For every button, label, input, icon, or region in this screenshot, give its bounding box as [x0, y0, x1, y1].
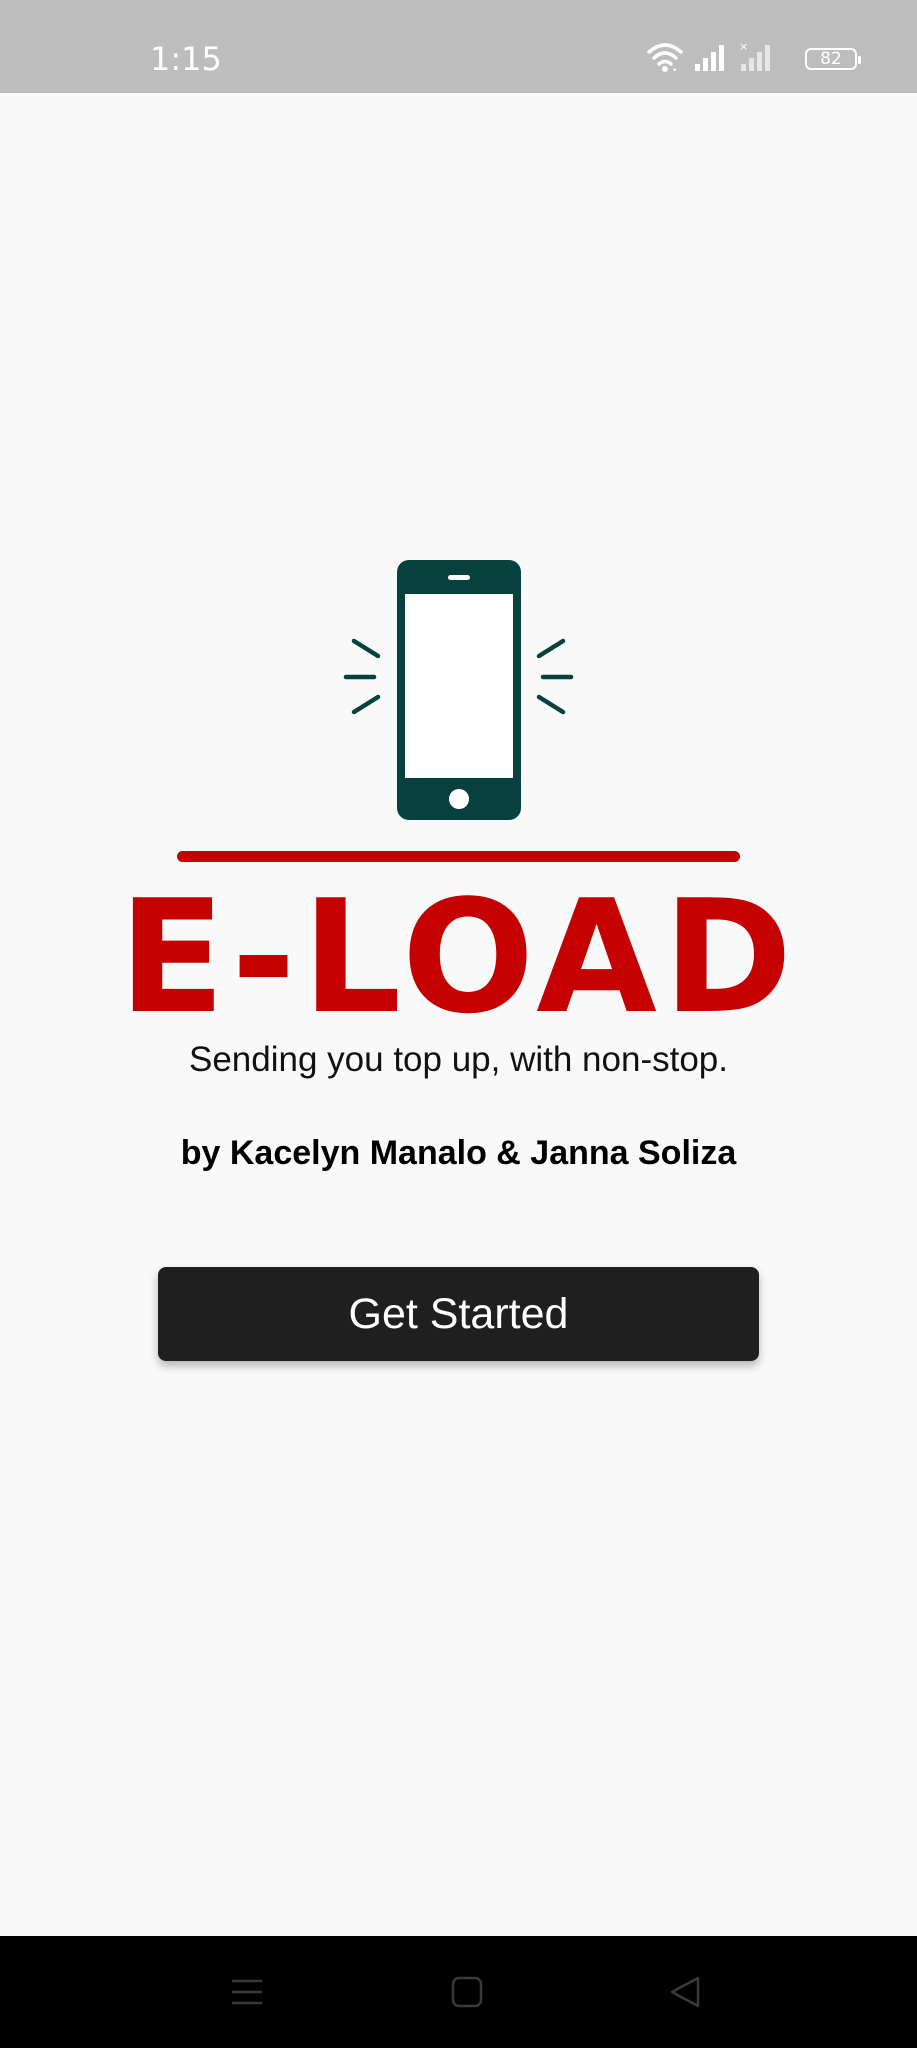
- navigation-bar: [0, 1936, 917, 2048]
- battery-level: 82: [820, 49, 842, 69]
- status-time: 1:15: [150, 40, 222, 78]
- logo-divider: [177, 851, 740, 862]
- app-tagline: Sending you top up, with non-stop.: [189, 1040, 728, 1079]
- signal-icon: [695, 45, 724, 71]
- app-title: E-LOAD: [118, 866, 799, 1048]
- battery-icon: 82: [805, 48, 861, 70]
- status-icons: • × 82: [647, 40, 861, 78]
- svg-text:•: •: [672, 66, 677, 74]
- back-icon: [670, 1976, 700, 2008]
- menu-button[interactable]: [187, 1936, 307, 2048]
- home-button[interactable]: [407, 1936, 527, 2048]
- svg-text:×: ×: [739, 40, 748, 53]
- signal-no-sim-icon: ×: [739, 40, 770, 71]
- home-icon: [451, 1976, 483, 2008]
- status-bar: 1:15 • × 82: [0, 0, 917, 93]
- menu-icon: [232, 1979, 262, 2005]
- get-started-button[interactable]: Get Started: [158, 1267, 759, 1361]
- vibrating-phone-icon: [343, 560, 574, 820]
- app-authors: by Kacelyn Manalo & Janna Soliza: [180, 1134, 737, 1172]
- wifi-icon: •: [647, 43, 683, 74]
- back-button[interactable]: [625, 1936, 745, 2048]
